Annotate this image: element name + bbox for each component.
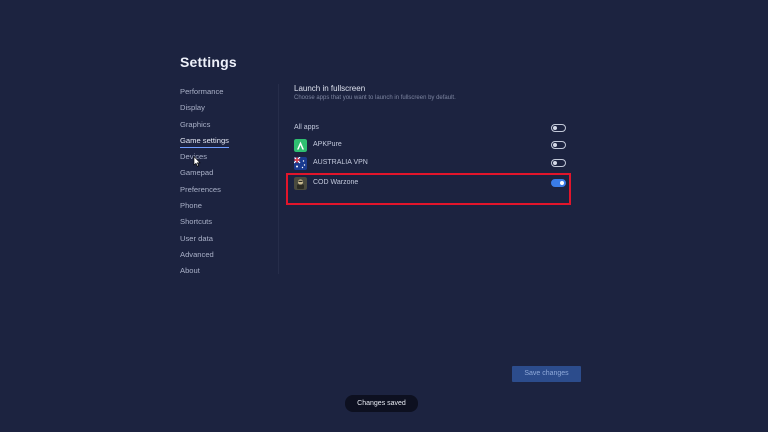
toggle-knob xyxy=(553,126,557,130)
settings-sidebar: Performance Display Graphics Game settin… xyxy=(180,84,270,280)
sidebar-item-game-settings[interactable]: Game settings xyxy=(180,133,270,149)
changes-saved-toast: Changes saved xyxy=(345,395,418,412)
sidebar-item-label: User data xyxy=(180,233,213,243)
app-row-all-apps: All apps xyxy=(294,121,566,137)
sidebar-item-display[interactable]: Display xyxy=(180,100,270,116)
section-description: Choose apps that you want to launch in f… xyxy=(294,95,456,101)
sidebar-item-label: Graphics xyxy=(180,119,211,129)
app-name: AUSTRALIA VPN xyxy=(313,159,368,166)
sidebar-item-label: Preferences xyxy=(180,184,221,194)
apkpure-icon xyxy=(294,139,307,152)
section-title: Launch in fullscreen xyxy=(294,84,366,93)
sidebar-item-label: Game settings xyxy=(180,135,229,148)
sidebar-item-label: Shortcuts xyxy=(180,217,213,227)
highlight-box xyxy=(286,173,571,205)
apkpure-toggle[interactable] xyxy=(551,141,566,149)
app-row-australia-vpn: AUSTRALIA VPN xyxy=(294,156,566,172)
sidebar-divider xyxy=(278,84,279,274)
sidebar-item-label: Performance xyxy=(180,87,224,96)
sidebar-item-user-data[interactable]: User data xyxy=(180,231,270,247)
toggle-knob xyxy=(553,161,557,165)
sidebar-item-gamepad[interactable]: Gamepad xyxy=(180,165,270,181)
sidebar-item-label: Phone xyxy=(180,201,202,211)
app-name: All apps xyxy=(294,124,319,131)
sidebar-item-label: Display xyxy=(180,103,205,113)
sidebar-item-performance[interactable]: Performance xyxy=(180,84,270,100)
mouse-cursor-icon xyxy=(193,156,201,167)
sidebar-item-label: About xyxy=(180,266,200,276)
sidebar-item-label: Gamepad xyxy=(180,168,214,178)
save-changes-button[interactable]: Save changes xyxy=(512,366,581,382)
sidebar-item-preferences[interactable]: Preferences xyxy=(180,182,270,198)
sidebar-item-shortcuts[interactable]: Shortcuts xyxy=(180,214,270,230)
app-row-apkpure: APKPure xyxy=(294,138,566,154)
app-name: APKPure xyxy=(313,141,342,148)
sidebar-item-advanced[interactable]: Advanced xyxy=(180,247,270,263)
all-apps-toggle[interactable] xyxy=(551,124,566,132)
sidebar-item-graphics[interactable]: Graphics xyxy=(180,117,270,133)
australia-vpn-toggle[interactable] xyxy=(551,159,566,167)
toggle-knob xyxy=(553,143,557,147)
sidebar-item-about[interactable]: About xyxy=(180,263,270,279)
sidebar-item-label: Advanced xyxy=(180,249,214,259)
page-title: Settings xyxy=(180,54,237,70)
australia-flag-icon xyxy=(294,157,307,170)
sidebar-item-phone[interactable]: Phone xyxy=(180,198,270,214)
